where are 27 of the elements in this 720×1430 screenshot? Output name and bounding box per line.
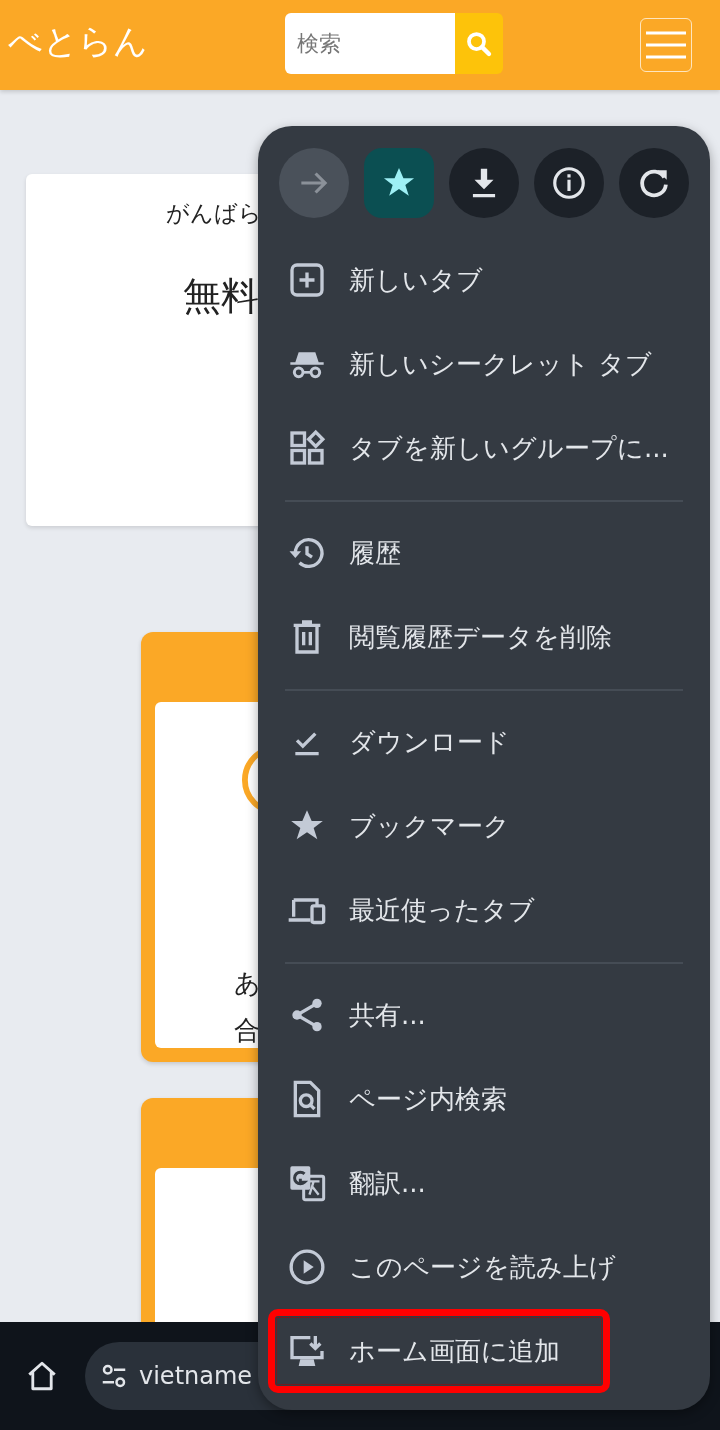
group-icon — [287, 428, 327, 468]
menu-icon — [646, 30, 686, 60]
menu-item[interactable]: 新しいシークレット タブ — [258, 322, 710, 406]
menu-item[interactable]: ホーム画面に追加 — [268, 1309, 610, 1393]
translate-icon — [287, 1163, 327, 1203]
feature-text: 合 — [234, 1014, 260, 1047]
info-icon — [550, 164, 588, 202]
menu-item[interactable]: 最近使ったタブ — [258, 868, 710, 952]
search-field[interactable]: 検索 — [285, 13, 455, 74]
feature-text: あ — [234, 967, 261, 1000]
menu-item[interactable]: ダウンロード — [258, 700, 710, 784]
menu-item[interactable]: ブックマーク — [258, 784, 710, 868]
bookmark-button[interactable] — [364, 148, 434, 218]
menu-item[interactable]: 共有... — [258, 973, 710, 1057]
menu-item[interactable]: ページ内検索 — [258, 1057, 710, 1141]
menu-item[interactable]: タブを新しいグループに... — [258, 406, 710, 490]
menu-item[interactable]: 履歴 — [258, 511, 710, 595]
menu-item[interactable]: 翻訳... — [258, 1141, 710, 1225]
intro-text: がんばら — [166, 199, 262, 228]
play-icon — [287, 1247, 327, 1287]
menu-item[interactable]: 閲覧履歴データを削除 — [258, 595, 710, 679]
home-icon[interactable] — [25, 1359, 59, 1393]
menu-item[interactable]: このページを読み上げ — [258, 1225, 710, 1309]
intro-heading: 無料 — [183, 273, 259, 320]
menu-item[interactable]: 新しいタブ — [258, 238, 710, 322]
url-text: vietname — [139, 1362, 253, 1390]
plus-square-icon — [287, 260, 327, 300]
